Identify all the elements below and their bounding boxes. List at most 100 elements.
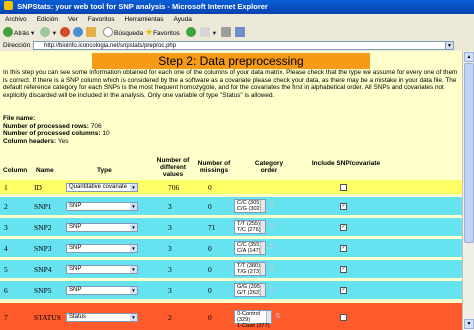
cell-missings: 0 bbox=[208, 202, 212, 211]
back-button[interactable]: Atrás ▾ bbox=[3, 27, 34, 38]
chevron-down-icon: ▼ bbox=[130, 314, 137, 321]
address-dropdown-icon[interactable]: ▼ bbox=[445, 41, 454, 50]
reorder-arrows-icon[interactable]: ⇅ bbox=[269, 264, 275, 272]
table-row: 6 SNP5 SNP ▼ 3 0 G/G (395) G/T (263) ⇅ ✓ bbox=[0, 281, 462, 299]
scroll-down-icon[interactable]: ▼ bbox=[464, 319, 474, 329]
include-checkbox[interactable] bbox=[340, 184, 347, 191]
home-button[interactable] bbox=[86, 27, 97, 38]
address-input[interactable]: http://bioinfo.iconcologia.net/snpstats/… bbox=[33, 41, 453, 50]
mail-icon bbox=[200, 27, 210, 37]
list-scrollbar[interactable] bbox=[260, 284, 265, 296]
category-order-list[interactable]: C/C (305) C/G (302) bbox=[234, 199, 266, 213]
menu-archivo[interactable]: Archivo bbox=[0, 14, 32, 25]
col-header-name: Name bbox=[36, 167, 54, 174]
rows-info: Number of processed rows: 706 bbox=[3, 122, 102, 130]
type-select[interactable]: Quantitative covariate ▼ bbox=[66, 183, 138, 192]
cell-name: STATUS bbox=[34, 313, 61, 322]
menu-ayuda[interactable]: Ayuda bbox=[169, 14, 197, 25]
type-select[interactable]: SNP ▼ bbox=[66, 265, 138, 274]
forward-button[interactable]: ▾ bbox=[40, 27, 56, 38]
menu-herramientas[interactable]: Herramientas bbox=[120, 14, 169, 25]
menu-edicion[interactable]: Edición bbox=[32, 14, 63, 25]
cell-column: 3 bbox=[4, 223, 8, 232]
cell-name: ID bbox=[34, 183, 42, 192]
edit-button[interactable] bbox=[235, 27, 246, 38]
reorder-arrows-icon[interactable]: ⇅ bbox=[269, 222, 275, 230]
type-select[interactable]: Status ▼ bbox=[66, 313, 138, 322]
cell-values: 3 bbox=[168, 265, 172, 274]
list-scrollbar[interactable] bbox=[260, 242, 265, 254]
type-select[interactable]: SNP ▼ bbox=[66, 223, 138, 232]
table-header: Column Name Type Number of different val… bbox=[0, 157, 462, 179]
menu-ver[interactable]: Ver bbox=[63, 14, 83, 25]
page-content: Step 2: Data preprocessing In this step … bbox=[0, 51, 462, 330]
category-order-list[interactable]: C/C (355) C/A (147) bbox=[234, 241, 266, 255]
headers-value: Yes bbox=[57, 137, 69, 145]
category-order-list[interactable]: 0-Control (329) 1-Case (377) bbox=[234, 310, 272, 329]
cols-info: Number of processed columns: 10 bbox=[3, 130, 110, 138]
category-order-list[interactable]: T/T (380) T/G (273) bbox=[234, 262, 266, 276]
category-option[interactable]: 1-Case (377) bbox=[237, 323, 271, 329]
star-icon: ★ bbox=[145, 27, 154, 37]
list-scrollbar[interactable] bbox=[260, 263, 265, 275]
cell-missings: 71 bbox=[208, 223, 216, 232]
include-checkbox[interactable]: ✓ bbox=[340, 203, 347, 210]
reorder-arrows-icon[interactable]: ⇅ bbox=[269, 243, 275, 251]
menu-favoritos[interactable]: Favoritos bbox=[83, 14, 120, 25]
cell-missings: 0 bbox=[208, 244, 212, 253]
scroll-up-icon[interactable]: ▲ bbox=[464, 52, 474, 62]
cell-values: 706 bbox=[168, 183, 180, 192]
type-select[interactable]: SNP ▼ bbox=[66, 286, 138, 295]
rows-value: 706 bbox=[90, 122, 102, 130]
headers-info: Column headers: Yes bbox=[3, 137, 69, 145]
chevron-down-icon: ▼ bbox=[130, 266, 137, 273]
stop-button[interactable] bbox=[60, 27, 71, 38]
table-row: 2 SNP1 SNP ▼ 3 0 C/C (305) C/G (302) ⇅ ✓ bbox=[0, 197, 462, 215]
mail-button[interactable]: ▾ bbox=[200, 27, 216, 38]
reorder-arrows-icon[interactable]: ⇅ bbox=[275, 312, 281, 320]
cell-missings: 0 bbox=[208, 183, 212, 192]
col-header-values: Number of different values bbox=[156, 157, 190, 178]
col-header-include: Include SNP/covariate bbox=[311, 160, 381, 167]
cell-column: 7 bbox=[4, 313, 8, 322]
cell-column: 1 bbox=[4, 183, 8, 192]
reorder-arrows-icon[interactable]: ⇅ bbox=[269, 201, 275, 209]
scroll-thumb[interactable] bbox=[464, 63, 474, 243]
ie-icon bbox=[4, 1, 13, 10]
category-order-list[interactable]: T/T (255) T/C (276) bbox=[234, 220, 266, 234]
include-checkbox[interactable]: ✓ bbox=[340, 266, 347, 273]
print-button[interactable] bbox=[221, 27, 232, 38]
file-info: File name: Number of processed rows: 706… bbox=[3, 115, 110, 145]
list-scrollbar[interactable] bbox=[260, 221, 265, 233]
chevron-down-icon: ▼ bbox=[130, 245, 137, 252]
cell-name: SNP5 bbox=[34, 286, 52, 295]
cell-column: 5 bbox=[4, 265, 8, 274]
col-header-category-order: Category order bbox=[254, 160, 284, 174]
search-button[interactable]: Búsqueda bbox=[103, 27, 143, 38]
include-checkbox[interactable]: ✓ bbox=[340, 224, 347, 231]
table-row: 7 STATUS Status ▼ 2 0 0-Control (329) 1-Case (3… bbox=[0, 303, 462, 330]
history-icon bbox=[186, 27, 196, 37]
include-checkbox[interactable]: ✓ bbox=[340, 245, 347, 252]
page-title: Step 2: Data preprocessing bbox=[92, 53, 370, 69]
include-checkbox[interactable]: ✓ bbox=[340, 287, 347, 294]
favorites-button[interactable]: ★Favoritos bbox=[145, 27, 180, 38]
include-checkbox[interactable] bbox=[340, 314, 347, 321]
list-scrollbar[interactable] bbox=[266, 311, 271, 323]
type-select[interactable]: SNP ▼ bbox=[66, 202, 138, 211]
cell-missings: 0 bbox=[208, 265, 212, 274]
vertical-scrollbar[interactable]: ▲ ▼ bbox=[462, 51, 474, 330]
table-row: 4 SNP3 SNP ▼ 3 0 C/C (355) C/A (147) ⇅ ✓ bbox=[0, 239, 462, 257]
type-select[interactable]: SNP ▼ bbox=[66, 244, 138, 253]
list-scrollbar[interactable] bbox=[260, 200, 265, 212]
refresh-button[interactable] bbox=[73, 27, 84, 38]
reorder-arrows-icon[interactable]: ⇅ bbox=[269, 285, 275, 293]
cell-values: 3 bbox=[168, 202, 172, 211]
category-order-list[interactable]: G/G (395) G/T (263) bbox=[234, 283, 266, 297]
col-header-missings: Number of missings bbox=[197, 160, 231, 174]
cell-name: SNP2 bbox=[34, 223, 52, 232]
cell-column: 2 bbox=[4, 202, 8, 211]
cell-column: 4 bbox=[4, 244, 8, 253]
history-button[interactable] bbox=[186, 27, 197, 38]
forward-arrow-icon bbox=[40, 27, 50, 37]
